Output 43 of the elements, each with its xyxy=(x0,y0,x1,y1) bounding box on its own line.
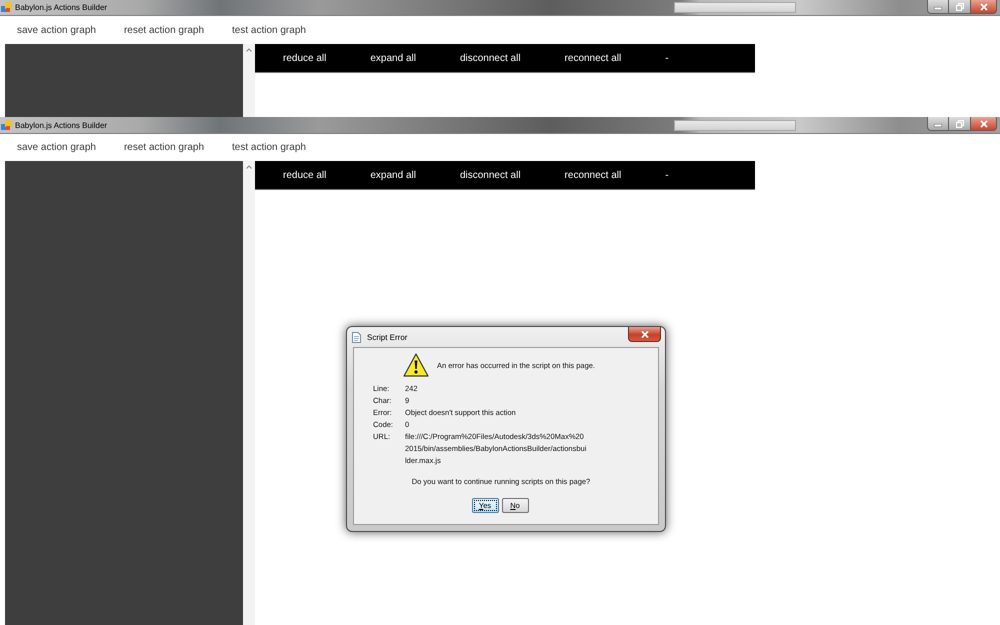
app-icon xyxy=(1,120,12,130)
warning-icon xyxy=(403,353,429,377)
window-title: Babylon.js Actions Builder xyxy=(15,3,108,12)
window-title: Babylon.js Actions Builder xyxy=(15,120,108,130)
menu-item[interactable]: test action graph xyxy=(218,24,320,36)
scroll-up-icon[interactable] xyxy=(246,48,252,52)
close-icon xyxy=(640,330,648,338)
close-icon xyxy=(980,120,988,128)
toolbar-button[interactable]: disconnect all xyxy=(438,52,543,64)
minimize-button[interactable] xyxy=(927,117,949,131)
close-button[interactable] xyxy=(971,117,997,131)
menu-item[interactable]: test action graph xyxy=(218,142,320,153)
dialog-title: Script Error xyxy=(367,332,408,342)
dialog-close-button[interactable] xyxy=(628,327,661,342)
menu-item[interactable]: save action graph xyxy=(3,24,110,36)
minimize-icon xyxy=(934,124,942,127)
restore-icon xyxy=(956,120,964,128)
menu-item[interactable]: save action graph xyxy=(3,142,110,153)
app-icon xyxy=(1,2,12,13)
scrollbar[interactable] xyxy=(243,161,255,625)
toolbar-button[interactable]: reduce all xyxy=(261,170,348,180)
toolbar-button[interactable]: expand all xyxy=(348,52,438,64)
minimize-icon xyxy=(934,7,942,10)
toolbar-button[interactable]: reduce all xyxy=(261,52,348,64)
restore-icon xyxy=(956,2,964,10)
search-field[interactable] xyxy=(674,2,796,13)
scrollbar[interactable] xyxy=(243,44,255,117)
document-icon xyxy=(352,332,361,342)
toolbar-button[interactable]: - xyxy=(643,170,691,180)
search-field[interactable] xyxy=(674,120,796,130)
close-icon xyxy=(980,2,988,10)
toolbar-button[interactable]: expand all xyxy=(348,170,438,180)
minimize-button[interactable] xyxy=(927,0,949,14)
toolbar-button[interactable]: - xyxy=(643,52,691,64)
maximize-button[interactable] xyxy=(949,0,971,14)
toolbar-button[interactable]: reconnect all xyxy=(542,52,644,64)
maximize-button[interactable] xyxy=(949,117,971,131)
toolbar-button[interactable]: disconnect all xyxy=(438,170,543,180)
toolbar-button[interactable]: reconnect all xyxy=(542,170,644,180)
scroll-up-icon[interactable] xyxy=(246,165,252,169)
menu-item[interactable]: reset action graph xyxy=(110,24,218,36)
menu-item[interactable]: reset action graph xyxy=(110,142,218,153)
close-button[interactable] xyxy=(971,0,997,14)
